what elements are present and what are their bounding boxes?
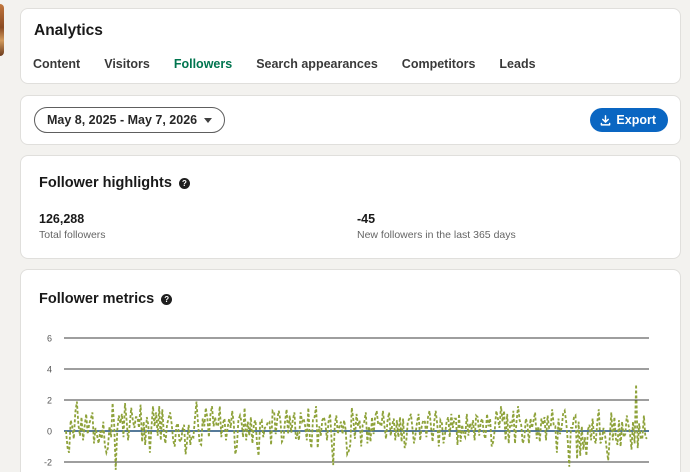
follower-highlights-card: Follower highlights ? 126,288 Total foll…	[20, 155, 681, 259]
y-tick-label: -2	[44, 458, 52, 468]
page-title: Analytics	[34, 22, 103, 39]
total-followers-stat: 126,288 Total followers	[39, 212, 106, 241]
highlights-title: Follower highlights	[39, 175, 172, 191]
y-tick-label: 0	[47, 427, 52, 437]
date-range-label: May 8, 2025 - May 7, 2026	[47, 113, 198, 127]
y-tick-label: 6	[47, 334, 52, 344]
caret-down-icon	[204, 117, 213, 123]
follower-metrics-card: Follower metrics ? 6 4 2 0 -2	[20, 269, 681, 472]
help-icon[interactable]: ?	[178, 177, 190, 189]
export-label: Export	[616, 113, 656, 127]
total-followers-value: 126,288	[39, 212, 85, 226]
tab-visitors[interactable]: Visitors	[92, 54, 162, 83]
follower-metrics-chart: 6 4 2 0 -2	[44, 334, 649, 470]
new-followers-value: -45	[357, 212, 376, 226]
tab-content[interactable]: Content	[21, 54, 92, 83]
analytics-tabs: Content Visitors Followers Search appear…	[21, 54, 548, 83]
y-tick-label: 2	[47, 396, 52, 406]
tab-competitors[interactable]: Competitors	[390, 54, 488, 83]
filter-toolbar-card: May 8, 2025 - May 7, 2026 Export	[20, 95, 681, 145]
follower-change-series-line	[65, 384, 648, 470]
total-followers-label: Total followers	[39, 229, 106, 241]
export-button[interactable]: Export	[590, 108, 668, 132]
analytics-header-card: Analytics Content Visitors Followers Sea…	[20, 8, 681, 84]
tab-followers[interactable]: Followers	[162, 54, 244, 83]
date-range-dropdown[interactable]: May 8, 2025 - May 7, 2026	[34, 107, 226, 133]
highlights-heading: Follower highlights ?	[39, 175, 190, 191]
new-followers-label: New followers in the last 365 days	[357, 229, 516, 241]
download-icon	[601, 114, 611, 126]
tab-search-appearances[interactable]: Search appearances	[244, 54, 390, 83]
new-followers-stat: -45 New followers in the last 365 days	[357, 212, 516, 241]
y-tick-label: 4	[47, 365, 52, 375]
tab-leads[interactable]: Leads	[487, 54, 547, 83]
profile-avatar[interactable]	[0, 4, 4, 56]
